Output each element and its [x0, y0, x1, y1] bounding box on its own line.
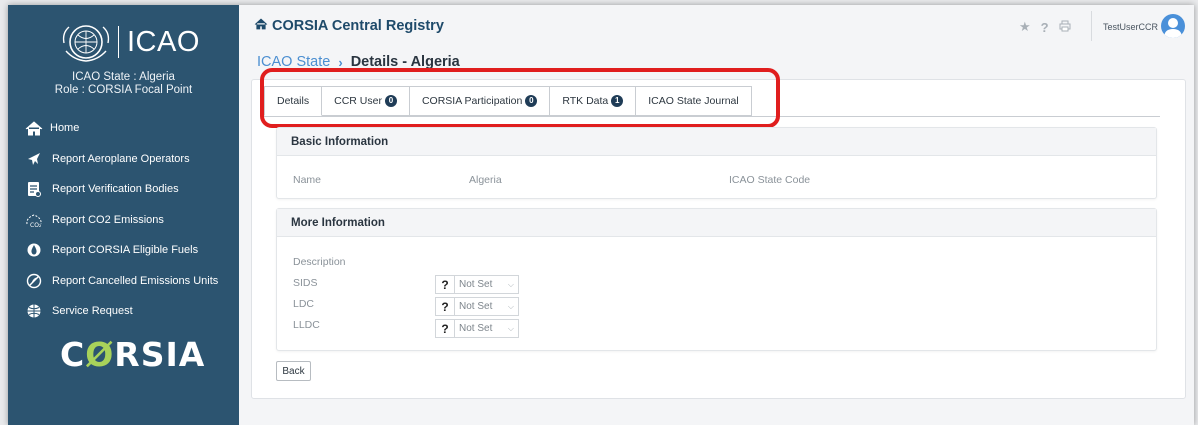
chevron-down-icon: ⌵ [507, 279, 514, 289]
user-context: ICAO State : Algeria Role : CORSIA Focal… [8, 71, 239, 97]
basic-information-card: Basic Information Name Algeria ICAO Stat… [276, 127, 1157, 199]
airplane-icon [25, 151, 43, 167]
lldc-label: LLDC [293, 319, 320, 331]
annotation-highlight [260, 68, 780, 128]
sidebar-item-label: Home [50, 122, 80, 135]
corsia-logo: CØRSIA [60, 335, 206, 374]
lldc-select[interactable]: Not Set ⌵ [455, 319, 519, 338]
sidebar-item-label: Report Aeroplane Operators [52, 152, 190, 165]
star-icon[interactable]: ★ [1019, 19, 1031, 35]
app-window: ICAO ICAO State : Algeria Role : CORSIA … [8, 5, 1194, 425]
role-line: Role : CORSIA Focal Point [54, 84, 193, 96]
sidebar-item-service-request[interactable]: Service Request [8, 296, 239, 327]
sidebar-item-label: Service Request [52, 305, 133, 318]
sidebar-item-label: Report CORSIA Eligible Fuels [52, 244, 199, 257]
fuel-drop-icon [25, 242, 43, 258]
co2-icon: CO₂ [25, 212, 43, 228]
description-label: Description [293, 256, 346, 268]
back-button[interactable]: Back [276, 361, 311, 381]
icao-logo-text: ICAO [127, 25, 200, 58]
header-actions: ★ ? [1019, 19, 1071, 35]
ldc-label: LDC [293, 298, 315, 310]
state-line: ICAO State : Algeria [72, 71, 175, 83]
svg-text:CO₂: CO₂ [30, 222, 42, 228]
chevron-down-icon: ⌵ [507, 323, 514, 333]
sidebar-item-co2-emissions[interactable]: CO₂ Report CO2 Emissions [8, 205, 239, 236]
app-title-text: CORSIA Central Registry [272, 18, 444, 34]
ldc-field: ? Not Set ⌵ [435, 297, 519, 316]
avatar[interactable] [1161, 14, 1185, 38]
app-title[interactable]: CORSIA Central Registry [254, 18, 444, 34]
logo-separator [118, 26, 119, 58]
lldc-field: ? Not Set ⌵ [435, 319, 519, 338]
name-value: Algeria [469, 174, 502, 186]
home-icon [254, 18, 268, 34]
cancelled-icon [25, 273, 43, 289]
name-label: Name [293, 174, 322, 186]
print-icon[interactable] [1059, 20, 1071, 35]
more-information-card: More Information Description SIDS ? Not … [276, 208, 1157, 351]
sidebar: ICAO ICAO State : Algeria Role : CORSIA … [8, 5, 239, 425]
sidebar-item-aeroplane-operators[interactable]: Report Aeroplane Operators [8, 144, 239, 175]
sidebar-menu: Home Report Aeroplane Operators Report V… [8, 113, 239, 327]
ldc-select[interactable]: Not Set ⌵ [455, 297, 519, 316]
help-icon[interactable]: ? [1041, 20, 1049, 35]
sids-field: ? Not Set ⌵ [435, 275, 519, 294]
card-heading: More Information [277, 209, 1156, 237]
sidebar-item-home[interactable]: Home [8, 113, 239, 144]
sidebar-item-label: Report Cancelled Emissions Units [52, 274, 219, 287]
sids-label: SIDS [293, 277, 318, 289]
sidebar-item-cancelled-units[interactable]: Report Cancelled Emissions Units [8, 266, 239, 297]
sidebar-item-verification-bodies[interactable]: Report Verification Bodies [8, 174, 239, 205]
sidebar-item-label: Report CO2 Emissions [52, 213, 164, 226]
sids-select[interactable]: Not Set ⌵ [455, 275, 519, 294]
help-button[interactable]: ? [435, 275, 455, 294]
card-heading: Basic Information [277, 128, 1156, 156]
sidebar-item-label: Report Verification Bodies [52, 183, 179, 196]
chevron-down-icon: ⌵ [507, 301, 514, 311]
help-button[interactable]: ? [435, 297, 455, 316]
home-icon [25, 120, 43, 136]
document-icon [25, 181, 43, 198]
header-divider [1091, 11, 1092, 41]
icao-emblem-icon [62, 25, 110, 62]
help-button[interactable]: ? [435, 319, 455, 338]
service-globe-icon [25, 303, 43, 319]
sidebar-item-eligible-fuels[interactable]: Report CORSIA Eligible Fuels [8, 235, 239, 266]
icao-state-code-label: ICAO State Code [729, 174, 811, 186]
user-avatar-icon [1164, 18, 1182, 38]
top-bar: CORSIA Central Registry ★ ? TestUserCCR [239, 5, 1194, 49]
icao-logo[interactable]: ICAO [60, 21, 200, 63]
username[interactable]: TestUserCCR [1103, 22, 1158, 32]
